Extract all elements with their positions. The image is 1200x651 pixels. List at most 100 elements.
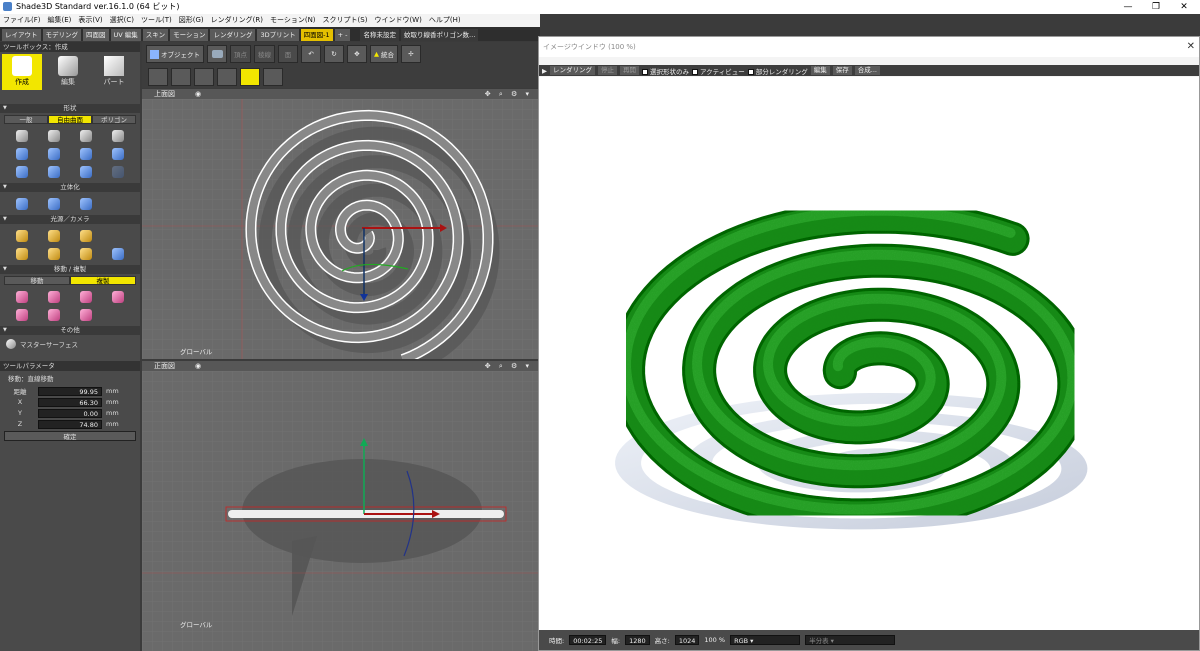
pivot-button[interactable]: ✢ — [401, 45, 421, 63]
menu-file[interactable]: ファイル(F) — [3, 14, 41, 27]
render-button[interactable]: レンダリング — [550, 66, 595, 75]
scale-tool[interactable] — [40, 289, 69, 304]
extrude-tool[interactable] — [8, 196, 37, 211]
image-window-close-icon[interactable]: ✕ — [1187, 37, 1195, 57]
sweep-tool[interactable] — [72, 196, 101, 211]
transform-tool[interactable] — [72, 307, 101, 322]
rectangle-tool[interactable] — [72, 128, 101, 143]
solidify-section-header[interactable]: ▼ 立体化 — [0, 183, 140, 192]
view-menu-icon[interactable]: ◉ — [195, 90, 201, 98]
undo-button[interactable]: ↶ — [301, 45, 321, 63]
tab-motion[interactable]: モーション — [170, 29, 209, 41]
partial-render-checkbox[interactable]: 部分レンダリング — [747, 66, 808, 76]
target-light-tool[interactable] — [72, 246, 101, 261]
compose-button[interactable]: 合成... — [854, 66, 880, 75]
tab-modeling[interactable]: モデリング — [42, 29, 81, 41]
torus-tool[interactable] — [72, 164, 101, 179]
merge-button[interactable]: ▲ 統合 — [370, 45, 398, 63]
width-field[interactable]: 1280 — [625, 635, 650, 645]
other-section-header[interactable]: ▼ その他 — [0, 326, 140, 335]
doc-tab-untitled[interactable]: 名称未設定 — [360, 29, 399, 41]
point-light-tool[interactable] — [8, 228, 37, 243]
display-mode-select[interactable]: 半分表 ▾ — [805, 635, 896, 645]
closed-line-tool[interactable] — [40, 128, 69, 143]
view-controls[interactable]: ✥ ⌕ ⚙ ▾ — [485, 89, 532, 99]
part-mode-button[interactable]: パート — [94, 54, 134, 90]
height-field[interactable]: 1024 — [674, 635, 700, 645]
shape-tab-general[interactable]: 一般 — [4, 115, 48, 124]
menu-edit[interactable]: 編集(E) — [48, 14, 72, 27]
lasso-button[interactable] — [240, 68, 260, 86]
maximize-button[interactable]: ❐ — [1142, 0, 1170, 14]
box-tool[interactable] — [8, 146, 37, 161]
select-display-button[interactable] — [171, 68, 191, 86]
tab-four-view[interactable]: 四面図 — [83, 29, 109, 41]
tab-3d-print[interactable]: 3Dプリント — [257, 29, 299, 41]
spot-light-tool[interactable] — [40, 228, 69, 243]
menu-rendering[interactable]: レンダリング(R) — [211, 14, 263, 27]
image-window-titlebar[interactable]: イメージウインドウ (100 %) ✕ — [539, 37, 1199, 57]
menu-window[interactable]: ウインドウ(W) — [374, 14, 421, 27]
minimize-button[interactable]: — — [1114, 0, 1142, 14]
tab-add-remove[interactable]: + - — [334, 29, 351, 41]
selected-only-checkbox[interactable]: 選択形状のみ — [642, 66, 689, 76]
menu-script[interactable]: スクリプト(S) — [323, 14, 368, 27]
top-view[interactable]: 上面図 ◉ ✥ ⌕ ⚙ ▾ グローバル — [142, 89, 538, 359]
cylinder-tool[interactable] — [8, 164, 37, 179]
tab-four-view-1[interactable]: 四面図-1 — [300, 29, 333, 41]
close-button[interactable]: ✕ — [1170, 0, 1198, 14]
capsule-tool[interactable] — [40, 164, 69, 179]
edit-menu-button[interactable]: 編集 — [810, 66, 830, 75]
edit-mode-button[interactable]: 編集 — [48, 54, 88, 90]
play-icon[interactable]: ▶ — [542, 67, 547, 75]
menu-select[interactable]: 選択(C) — [110, 14, 134, 27]
view-controls[interactable]: ✥ ⌕ ⚙ ▾ — [485, 361, 532, 371]
menu-help[interactable]: ヘルプ(H) — [429, 14, 461, 27]
perspective-display-button[interactable] — [217, 68, 237, 86]
menu-view[interactable]: 表示(V) — [78, 14, 102, 27]
object-mode-button[interactable]: オブジェクト — [146, 45, 204, 63]
wireframe-display-button[interactable] — [148, 68, 168, 86]
lathe-tool[interactable] — [40, 196, 69, 211]
color-mode-select[interactable]: RGB ▾ — [730, 635, 801, 645]
move-tab-move[interactable]: 移動 — [4, 276, 70, 285]
zoom-field[interactable]: 100 % — [704, 636, 725, 644]
doc-tab-mosquito-coil[interactable]: 蚊取り線香ポリゴン数… — [400, 29, 479, 41]
save-menu-button[interactable]: 保存 — [832, 66, 852, 75]
param-distance-input[interactable]: 99.95 — [38, 386, 102, 396]
translate-tool[interactable] — [8, 289, 37, 304]
create-mode-button[interactable]: 作成 — [2, 54, 42, 90]
cone-tool[interactable] — [72, 146, 101, 161]
edge-mode-button[interactable]: 稜線 — [254, 45, 275, 63]
open-line-tool[interactable] — [8, 128, 37, 143]
snap-button[interactable]: ✥ — [347, 45, 367, 63]
face-mode-button[interactable]: 面 — [278, 45, 298, 63]
tab-layout[interactable]: レイアウト — [2, 29, 41, 41]
camera-tool[interactable] — [103, 246, 132, 261]
circle-tool[interactable] — [103, 128, 132, 143]
redo-button[interactable]: ↻ — [324, 45, 344, 63]
view-menu-icon[interactable]: ◉ — [195, 362, 201, 370]
move-section-header[interactable]: ▼ 移動 / 複製 — [0, 265, 140, 274]
camera-view-button[interactable] — [207, 45, 227, 63]
active-view-checkbox[interactable]: アクティビュー — [692, 66, 745, 76]
param-z-input[interactable]: 74.80 — [38, 419, 102, 429]
param-y-input[interactable]: 0.00 — [38, 408, 102, 418]
resume-button[interactable]: 再開 — [620, 66, 639, 75]
shading-button[interactable] — [263, 68, 283, 86]
param-x-input[interactable]: 66.30 — [38, 397, 102, 407]
move-tab-duplicate[interactable]: 複製 — [70, 276, 136, 285]
tab-uv-edit[interactable]: UV 編集 — [110, 29, 141, 41]
light-section-header[interactable]: ▼ 光源／カメラ — [0, 215, 140, 224]
line-light-tool[interactable] — [72, 228, 101, 243]
menu-motion[interactable]: モーション(N) — [270, 14, 316, 27]
area-light-tool[interactable] — [8, 246, 37, 261]
vertex-mode-button[interactable]: 頂点 — [230, 45, 251, 63]
tab-rendering[interactable]: レンダリング — [210, 29, 256, 41]
shape-tab-freeform[interactable]: 自由曲面 — [48, 115, 92, 124]
shear-tool[interactable] — [40, 307, 69, 322]
tab-skin[interactable]: スキン — [142, 29, 169, 41]
rotate-tool[interactable] — [8, 307, 37, 322]
grid-display-button[interactable] — [194, 68, 214, 86]
sphere-tool[interactable] — [40, 146, 69, 161]
